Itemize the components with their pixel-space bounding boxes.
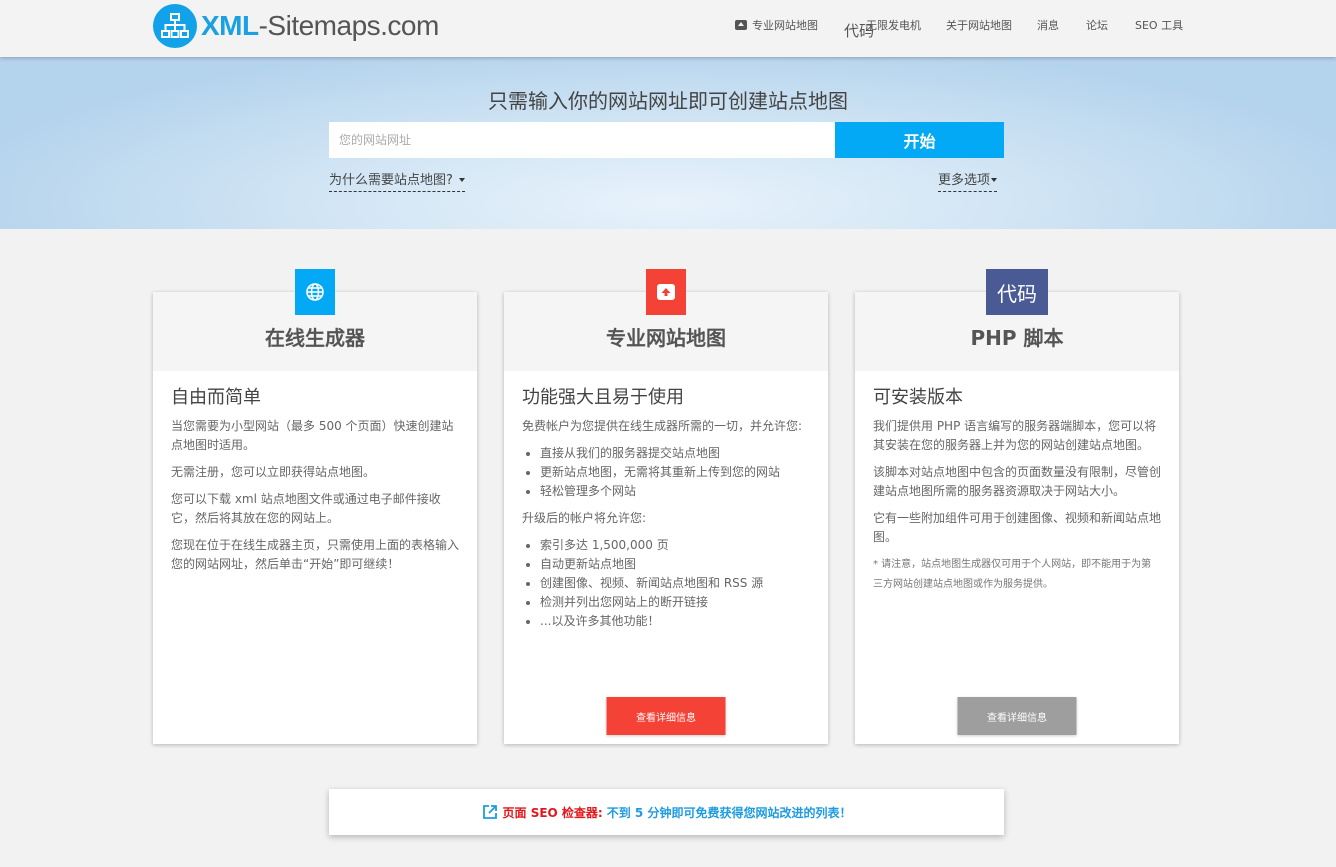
why-sitemap-link[interactable]: 为什么需要站点地图? bbox=[329, 169, 465, 192]
card-paragraph: 免费帐户为您提供在线生成器所需的一切，并允许您: bbox=[522, 419, 803, 433]
external-link-icon bbox=[482, 804, 498, 820]
card-subtitle: 可安装版本 bbox=[873, 387, 963, 408]
cloud-upload-icon bbox=[735, 20, 747, 30]
nav-seo-tools[interactable]: SEO 工具 bbox=[1135, 17, 1183, 33]
feature-list: 直接从我们的服务器提交站点地图 更新站点地图，无需将其重新上传到您的网站 轻松管… bbox=[540, 444, 810, 501]
card-paragraph: 您现在位于在线生成器主页，只需使用上面的表格输入您的网站网址，然后单击“开始”即… bbox=[171, 538, 460, 571]
card-subtitle: 功能强大且易于使用 bbox=[522, 387, 684, 408]
card-title: 专业网站地图 bbox=[606, 326, 726, 350]
hero-section: 只需输入你的网站网址即可创建站点地图 开始 为什么需要站点地图? 更多选项 bbox=[0, 57, 1336, 229]
nav-unlimited-generator[interactable]: 无限发电机 bbox=[866, 17, 921, 33]
card-title: PHP 脚本 bbox=[970, 326, 1064, 350]
list-item: 直接从我们的服务器提交站点地图 bbox=[540, 444, 810, 463]
globe-icon bbox=[295, 269, 335, 315]
card-header: 专业网站地图 bbox=[504, 269, 828, 371]
card-note: * 请注意，站点地图生成器仅可用于个人网站，即不能用于为第三方网站创建站点地图或… bbox=[873, 559, 1152, 590]
list-item: 更新站点地图，无需将其重新上传到您的网站 bbox=[540, 463, 810, 482]
card-header: 代码 PHP 脚本 bbox=[855, 269, 1179, 371]
card-paragraph: 它有一些附加组件可用于创建图像、视频和新闻站点地图。 bbox=[873, 511, 1162, 544]
code-icon: 代码 bbox=[986, 269, 1048, 315]
card-pro-sitemaps: 专业网站地图 功能强大且易于使用 免费帐户为您提供在线生成器所需的一切，并允许您… bbox=[504, 269, 828, 744]
pro-details-button[interactable]: 查看详细信息 bbox=[606, 697, 726, 735]
nav-about-sitemaps[interactable]: 关于网站地图 bbox=[946, 17, 1012, 33]
card-paragraph: 该脚本对站点地图中包含的页面数量没有限制，尽管创建站点地图所需的服务器资源取决于… bbox=[873, 465, 1162, 498]
caret-down-icon bbox=[991, 178, 998, 182]
list-item: ...以及许多其他功能！ bbox=[540, 612, 810, 631]
seo-checker-banner[interactable]: 页面 SEO 检查器: 不到 5 分钟即可免费获得您网站改进的列表！ bbox=[329, 789, 1004, 835]
card-subtitle: 自由而简单 bbox=[171, 387, 261, 408]
card-header: 在线生成器 bbox=[153, 269, 477, 371]
hero-title: 只需输入你的网站网址即可创建站点地图 bbox=[488, 89, 848, 113]
card-paragraph: 升级后的帐户将允许您: bbox=[522, 511, 647, 525]
code-icon: 代码 bbox=[844, 22, 875, 40]
nav-forum[interactable]: 论坛 bbox=[1086, 17, 1108, 33]
card-online-generator: 在线生成器 自由而简单 当您需要为小型网站（最多 500 个页面）快速创建站点地… bbox=[153, 269, 477, 744]
nav-pro-sitemaps[interactable]: 专业网站地图 bbox=[735, 17, 818, 33]
nav-news[interactable]: 消息 bbox=[1037, 17, 1059, 33]
list-item: 创建图像、视频、新闻站点地图和 RSS 源 bbox=[540, 574, 810, 593]
php-details-button[interactable]: 查看详细信息 bbox=[957, 697, 1077, 735]
card-paragraph: 您可以下载 xml 站点地图文件或通过电子邮件接收它，然后将其放在您的网站上。 bbox=[171, 492, 441, 525]
banner-red-text: 页面 SEO 检查器: bbox=[502, 805, 603, 820]
card-title: 在线生成器 bbox=[265, 326, 365, 350]
list-item: 轻松管理多个网站 bbox=[540, 482, 810, 501]
list-item: 自动更新站点地图 bbox=[540, 555, 810, 574]
card-paragraph: 当您需要为小型网站（最多 500 个页面）快速创建站点地图时适用。 bbox=[171, 419, 454, 452]
list-item: 索引多达 1,500,000 页 bbox=[540, 536, 810, 555]
start-button[interactable]: 开始 bbox=[835, 122, 1004, 158]
header: XML-Sitemaps.com 专业网站地图 无限发电机 代码 关于网站地图 … bbox=[0, 0, 1336, 57]
feature-list: 索引多达 1,500,000 页 自动更新站点地图 创建图像、视频、新闻站点地图… bbox=[540, 536, 810, 631]
more-options-link[interactable]: 更多选项 bbox=[938, 169, 998, 192]
list-item: 检测并列出您网站上的断开链接 bbox=[540, 593, 810, 612]
sitemap-icon bbox=[153, 4, 197, 48]
card-paragraph: 我们提供用 PHP 语言编写的服务器端脚本，您可以将其安装在您的服务器上并为您的… bbox=[873, 419, 1157, 452]
logo-text: XML-Sitemaps.com bbox=[201, 10, 439, 41]
caret-down-icon bbox=[458, 178, 465, 182]
card-php-script: 代码 PHP 脚本 可安装版本 我们提供用 PHP 语言编写的服务器端脚本，您可… bbox=[855, 269, 1179, 744]
card-paragraph: 无需注册，您可以立即获得站点地图。 bbox=[171, 465, 376, 479]
cloud-upload-icon bbox=[646, 269, 686, 315]
banner-blue-text: 不到 5 分钟即可免费获得您网站改进的列表！ bbox=[606, 805, 852, 820]
site-logo[interactable]: XML-Sitemaps.com bbox=[153, 4, 439, 48]
url-input[interactable] bbox=[329, 122, 836, 158]
